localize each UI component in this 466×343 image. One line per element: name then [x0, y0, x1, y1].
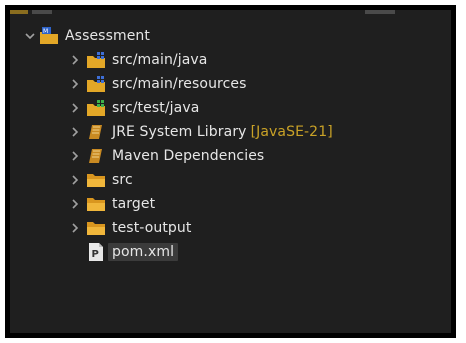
tab-fragment	[32, 10, 52, 14]
svg-text:P: P	[92, 249, 99, 260]
chevron-right-icon[interactable]	[68, 98, 82, 118]
source-folder-java-icon	[86, 74, 106, 94]
package-explorer-panel: M Assessment src/main/java src/main/reso…	[10, 10, 451, 333]
chevron-right-icon[interactable]	[68, 146, 82, 166]
tree-item-label-selected: pom.xml	[108, 243, 179, 261]
tree-item-label: src/main/java	[112, 52, 208, 68]
chevron-right-icon[interactable]	[68, 218, 82, 238]
svg-text:M: M	[43, 28, 48, 35]
tree-item-label: src/test/java	[112, 100, 200, 116]
tree-item-label: target	[112, 196, 156, 212]
tree-item-label: src/main/resources	[112, 76, 247, 92]
pom-file-icon: P	[86, 242, 106, 262]
view-icon-fragment	[10, 10, 28, 14]
library-icon	[86, 146, 106, 166]
tree-item-pom-xml[interactable]: P pom.xml	[82, 240, 179, 264]
chevron-down-icon[interactable]	[23, 26, 37, 46]
tree-item-test-output[interactable]: test-output	[68, 216, 191, 240]
tree-item-label: JRE System Library	[112, 124, 247, 140]
tree-item-src-main-resources[interactable]: src/main/resources	[68, 72, 247, 96]
folder-icon	[86, 170, 106, 190]
tree-item-decoration: [JavaSE-21]	[250, 124, 333, 140]
tab-strip-remnant	[10, 10, 451, 24]
maven-project-icon: M	[39, 26, 59, 46]
tree-item-target[interactable]: target	[68, 192, 155, 216]
folder-icon	[86, 218, 106, 238]
tree-item-jre-system-library[interactable]: JRE System Library [JavaSE-21]	[68, 120, 333, 144]
chevron-right-icon[interactable]	[68, 50, 82, 70]
tree-item-label: Maven Dependencies	[112, 148, 265, 164]
chevron-right-icon[interactable]	[68, 74, 82, 94]
tree-item-src[interactable]: src	[68, 168, 133, 192]
project-root-label: Assessment	[65, 28, 150, 44]
tree-item-label: test-output	[112, 220, 192, 236]
toolbar-fragment	[365, 10, 395, 14]
tree-item-project-root[interactable]: M Assessment	[23, 24, 150, 48]
chevron-right-icon[interactable]	[68, 194, 82, 214]
screenshot-frame: M Assessment src/main/java src/main/reso…	[5, 5, 456, 338]
library-icon	[86, 122, 106, 142]
tree-item-src-main-java[interactable]: src/main/java	[68, 48, 208, 72]
source-folder-test-icon	[86, 98, 106, 118]
tree-item-maven-dependencies[interactable]: Maven Dependencies	[68, 144, 264, 168]
tree-item-src-test-java[interactable]: src/test/java	[68, 96, 199, 120]
source-folder-java-icon	[86, 50, 106, 70]
tree-item-label: src	[112, 172, 133, 188]
chevron-right-icon[interactable]	[68, 122, 82, 142]
folder-icon	[86, 194, 106, 214]
chevron-right-icon[interactable]	[68, 170, 82, 190]
